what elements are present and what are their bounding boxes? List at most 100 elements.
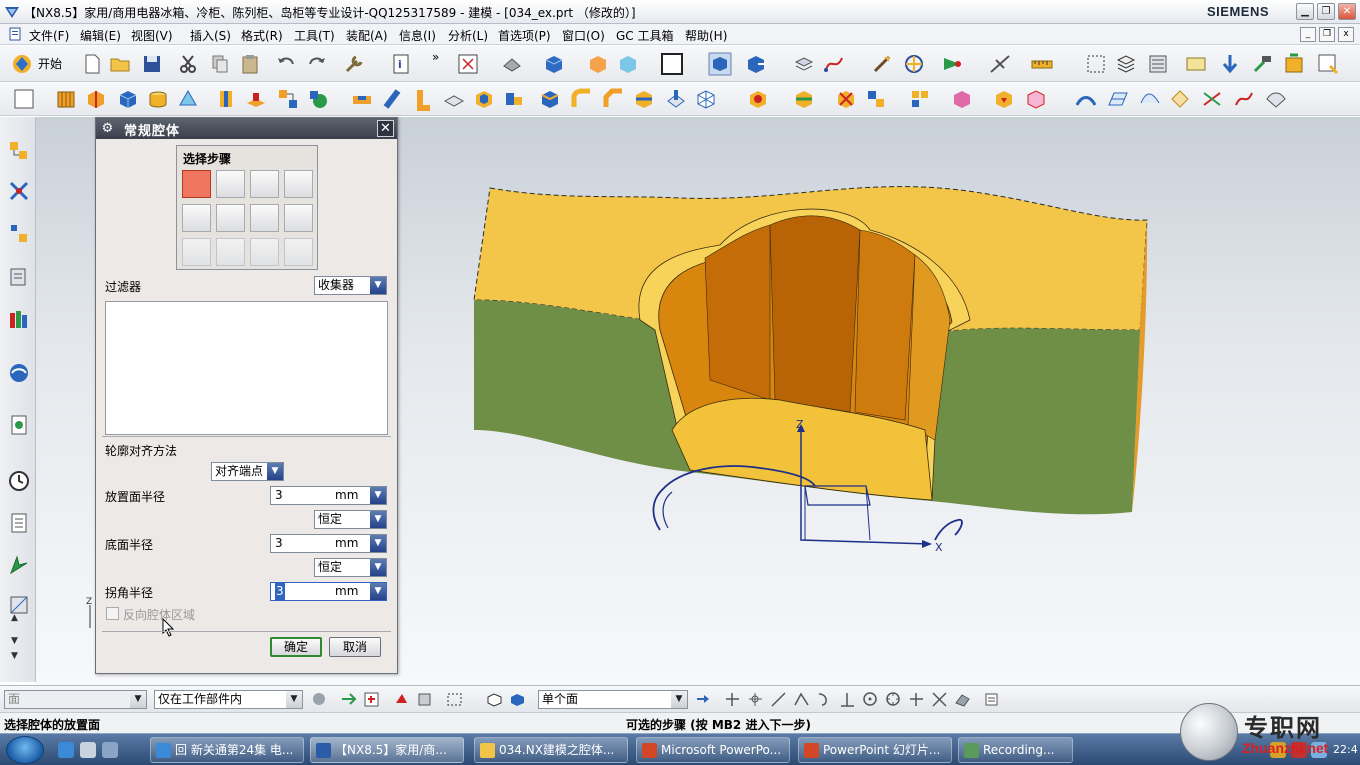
select-face-icon[interactable] [509,691,526,708]
boss-icon[interactable] [244,87,268,111]
pan-view-icon[interactable] [744,52,768,76]
select-body-icon[interactable] [416,691,433,708]
assembly-sequence-icon[interactable] [992,87,1016,111]
curve-tool-icon[interactable] [822,52,846,76]
assembly-navigator-icon[interactable] [7,139,31,163]
reverse-pocket-checkbox[interactable] [106,607,119,620]
filter-settings-icon[interactable] [311,691,328,708]
menu-information[interactable]: 信息(I) [399,27,436,44]
assembly-array-icon[interactable] [908,87,932,111]
placement-outline-projection-step-icon[interactable] [216,204,245,232]
snap-arrow-icon[interactable] [940,52,964,76]
ie-browser-icon[interactable] [58,742,74,758]
floor-outline-projection-step-icon[interactable] [250,204,279,232]
assembly-clearance-icon[interactable] [1024,87,1048,111]
dialog-close-button[interactable]: ✕ [377,120,394,137]
system-materials-icon[interactable] [7,511,31,535]
surface-icon[interactable] [1074,87,1098,111]
menu-tools[interactable]: 工具(T) [294,27,335,44]
background-color-icon[interactable] [660,52,684,76]
start-menu-label[interactable]: 开始 [38,55,62,72]
chevron-down-icon[interactable]: ▼ [370,583,386,600]
box-tools-icon[interactable] [1282,52,1306,76]
filter-select[interactable]: 收集器 ▼ [314,276,387,295]
surface-sweep-icon[interactable] [1138,87,1162,111]
scroll-up-arrow-icon[interactable]: ▲ [11,614,18,623]
restore-button[interactable]: ❐ [1317,3,1335,20]
select-solid-icon[interactable] [486,691,503,708]
copy-icon[interactable] [208,52,232,76]
windows-start-button[interactable] [6,736,44,764]
snap-intersection-icon[interactable] [931,691,948,708]
switch-windows-icon[interactable] [102,742,118,758]
doc-close-button[interactable]: x [1338,27,1354,42]
unite-icon[interactable] [538,87,562,111]
part-navigator-icon[interactable] [7,222,31,246]
snap-quadrant-icon[interactable] [885,691,902,708]
menu-view[interactable]: 视图(V) [131,27,173,44]
history-palette-icon[interactable] [7,413,31,437]
chevron-down-icon[interactable]: ▼ [370,277,386,294]
select-arrow-icon[interactable] [340,691,357,708]
gear-icon[interactable]: ⚙ [100,121,115,136]
surface-bridge-icon[interactable] [1264,87,1288,111]
selection-list[interactable] [105,301,388,435]
menu-assembly[interactable]: 装配(A) [346,27,388,44]
redo-icon[interactable] [305,52,329,76]
assembly-mirror-icon[interactable] [864,87,888,111]
open-folder-icon[interactable] [108,52,132,76]
taskbar-item-nx[interactable]: 【NX8.5】家用/商... [310,737,464,763]
layer-settings-icon[interactable] [792,52,816,76]
chevron-down-icon[interactable]: ▼ [370,511,386,528]
surface-grid-icon[interactable] [1106,87,1130,111]
wcs-icon[interactable] [870,52,894,76]
extrude-icon[interactable] [54,87,78,111]
sketch-icon[interactable] [12,87,36,111]
show-desktop-icon[interactable] [80,742,96,758]
placement-radius-input[interactable]: 3 mm ▼ [270,486,387,505]
taper-step-icon[interactable] [284,204,313,232]
menu-file[interactable]: 文件(F) [29,27,69,44]
scroll-end-arrow-icon[interactable]: ▼ [11,652,18,661]
web-browser-icon[interactable] [7,361,31,385]
assembly-remove-icon[interactable] [834,87,858,111]
revolve-icon[interactable] [84,87,108,111]
snap-line-icon[interactable] [770,691,787,708]
selection-scope-select[interactable]: 仅在工作部件内 ▼ [154,690,303,709]
menu-insert[interactable]: 插入(S) [190,27,231,44]
snap-endpoint-icon[interactable] [724,691,741,708]
floor-radius-input[interactable]: 3 mm ▼ [270,534,387,553]
menu-analysis[interactable]: 分析(L) [448,27,488,44]
undo-icon[interactable] [274,52,298,76]
menu-gc-toolkit[interactable]: GC 工具箱 [616,27,674,44]
type-filter-select[interactable]: 面 ▼ [4,690,147,709]
doc-minimize-button[interactable]: _ [1300,27,1316,42]
assembly-explode-icon[interactable] [950,87,974,111]
snap-center-icon[interactable] [862,691,879,708]
measure-icon[interactable] [1030,52,1054,76]
toolbar-overflow[interactable]: » [432,50,439,64]
floor-face-step-icon[interactable] [250,170,279,198]
hd3d-tools-icon[interactable] [7,307,31,331]
select-component-icon[interactable] [393,691,410,708]
minimize-button[interactable]: ▁ [1296,3,1314,20]
snap-point-icon[interactable] [902,52,926,76]
wrench-icon[interactable] [342,52,366,76]
corner-radius-input[interactable]: 3 mm ▼ [270,582,387,601]
snap-face-icon[interactable] [954,691,971,708]
fit-view-icon[interactable] [456,52,480,76]
orange-box-icon[interactable] [586,52,610,76]
menu-format[interactable]: 格式(R) [241,27,283,44]
slot-icon[interactable] [350,87,374,111]
placement-face-step-icon[interactable] [182,170,211,198]
snap-midpoint-icon[interactable] [747,691,764,708]
menu-edit[interactable]: 编辑(E) [80,27,121,44]
assembly-constraint-icon[interactable] [792,87,816,111]
floor-radius-mode-select[interactable]: 恒定 ▼ [314,558,387,577]
close-button[interactable]: ✕ [1338,3,1356,20]
offset-icon[interactable] [502,87,526,111]
abc-tools-icon[interactable] [1316,52,1340,76]
menu-window[interactable]: 窗口(O) [562,27,605,44]
rendering-style-icon[interactable] [500,52,524,76]
save-icon[interactable] [140,52,164,76]
